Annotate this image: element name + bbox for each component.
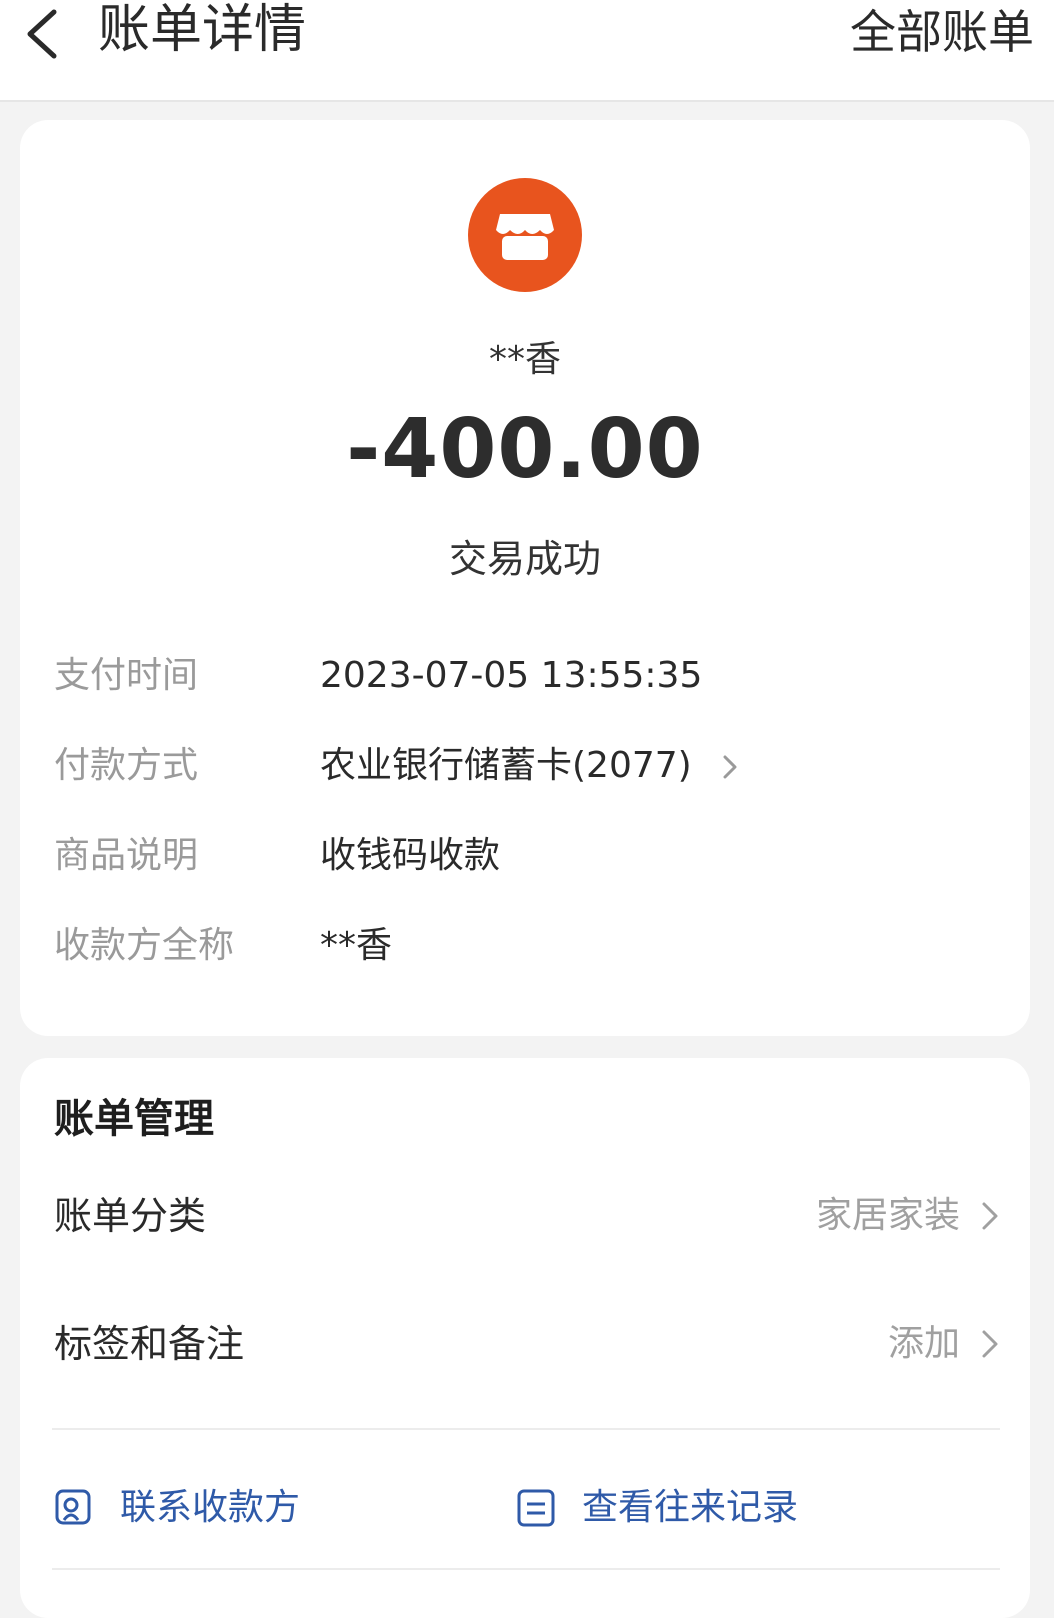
detail-row-pay-time: 支付时间 2023-07-05 13:55:35	[20, 646, 1030, 706]
detail-value-wrap: 农业银行储蓄卡(2077)	[320, 736, 743, 796]
payee-name: **香	[488, 339, 561, 380]
amount: -400.00	[346, 402, 704, 497]
view-history-label: 查看往来记录	[582, 1487, 799, 1528]
bill-category-row[interactable]: 账单分类 家居家装	[20, 1184, 1030, 1248]
header-bar: 账单详情 全部账单	[0, 0, 1054, 102]
divider	[52, 1428, 1000, 1430]
detail-value: 收钱码收款	[320, 835, 501, 876]
bill-category-value: 家居家装	[815, 1195, 960, 1236]
contact-payee-label: 联系收款方	[120, 1487, 301, 1528]
chevron-right-icon	[723, 755, 737, 779]
chevron-right-icon	[982, 1330, 998, 1358]
detail-label: 收款方全称	[54, 925, 235, 966]
detail-row-description: 商品说明 收钱码收款	[20, 826, 1030, 886]
divider	[52, 1568, 1000, 1570]
detail-label: 付款方式	[54, 745, 199, 786]
detail-label: 支付时间	[54, 655, 199, 696]
page-title: 账单详情	[98, 0, 307, 60]
tags-notes-value: 添加	[887, 1323, 960, 1364]
record-icon	[517, 1489, 555, 1527]
view-history-button[interactable]: 查看往来记录	[516, 1478, 846, 1528]
detail-label: 商品说明	[54, 835, 199, 876]
bill-management-card: 账单管理 账单分类 家居家装 标签和备注 添加 联系收款方 查看往来记录	[20, 1058, 1030, 1618]
detail-value: 农业银行储蓄卡(2077)	[320, 745, 692, 786]
shop-icon	[468, 178, 582, 292]
all-bills-link[interactable]: 全部账单	[850, 2, 1034, 62]
detail-row-payment-method[interactable]: 付款方式 农业银行储蓄卡(2077)	[20, 736, 1030, 796]
status-text: 交易成功	[448, 537, 601, 581]
bill-category-label: 账单分类	[54, 1194, 207, 1238]
contact-payee-button[interactable]: 联系收款方	[54, 1478, 354, 1528]
detail-value: **香	[320, 925, 393, 966]
bill-summary-card: **香 -400.00 交易成功 支付时间 2023-07-05 13:55:3…	[20, 120, 1030, 1036]
back-icon[interactable]	[20, 4, 68, 64]
chevron-right-icon	[982, 1202, 998, 1230]
detail-row-payee-fullname: 收款方全称 **香	[20, 916, 1030, 976]
tags-notes-label: 标签和备注	[54, 1322, 245, 1366]
section-title: 账单管理	[54, 1096, 214, 1142]
detail-value: 2023-07-05 13:55:35	[320, 655, 703, 696]
tags-notes-row[interactable]: 标签和备注 添加	[20, 1312, 1030, 1376]
contact-icon	[55, 1489, 91, 1525]
